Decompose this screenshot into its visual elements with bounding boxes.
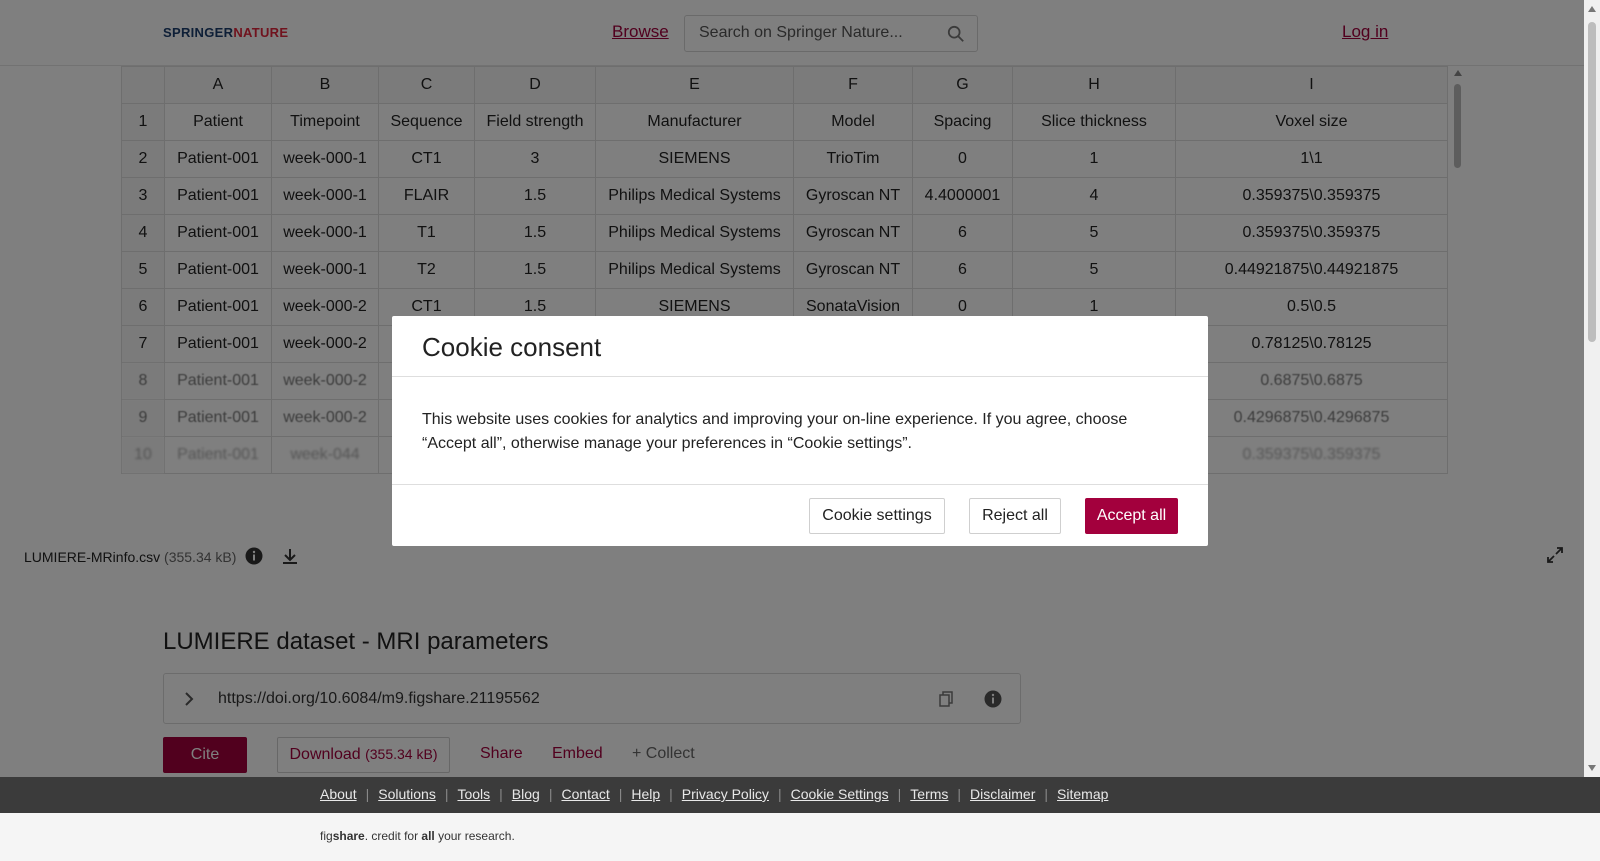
footer-link-disclaimer[interactable]: Disclaimer	[970, 786, 1035, 802]
tagline-all: all	[421, 829, 435, 843]
tagline-end: your research.	[434, 829, 515, 843]
footer-separator: |	[444, 786, 449, 802]
page-scroll-up-arrow[interactable]	[1588, 6, 1596, 12]
footer-separator: |	[499, 786, 503, 802]
footer-separator: |	[777, 786, 782, 802]
footer-link-privacy-policy[interactable]: Privacy Policy	[682, 786, 769, 802]
tagline-share: share	[332, 829, 365, 843]
footer-separator: |	[957, 786, 962, 802]
footer-links-bar: About | Solutions | Tools | Blog | Contact | Help |…	[0, 777, 1600, 813]
tagline-mid: . credit for	[364, 829, 422, 843]
footer-separator: |	[897, 786, 902, 802]
cookie-consent-dialog: Cookie consent This website uses cookies…	[392, 316, 1208, 546]
cookie-settings-button[interactable]: Cookie settings	[809, 498, 945, 534]
figshare-tagline: figshare. credit for all your research.	[320, 829, 515, 843]
footer-separator: |	[548, 786, 553, 802]
footer-separator: |	[365, 786, 370, 802]
dialog-title: Cookie consent	[422, 332, 602, 362]
divider	[392, 376, 1208, 377]
footer-link-solutions[interactable]: Solutions	[378, 786, 436, 802]
footer-links: About | Solutions | Tools | Blog | Contact | Help |…	[320, 786, 1108, 802]
divider	[392, 484, 1208, 485]
footer-link-help[interactable]: Help	[631, 786, 660, 802]
footer-link-tools[interactable]: Tools	[457, 786, 490, 802]
tagline-fig: fig	[320, 829, 333, 843]
page-scrollbar[interactable]	[1584, 0, 1600, 777]
accept-all-button[interactable]: Accept all	[1085, 498, 1178, 534]
dialog-message: This website uses cookies for analytics …	[422, 411, 1128, 452]
footer-link-sitemap[interactable]: Sitemap	[1057, 786, 1108, 802]
footer-link-about[interactable]: About	[320, 786, 357, 802]
footer-separator: |	[669, 786, 673, 802]
footer-link-contact[interactable]: Contact	[561, 786, 609, 802]
footer-link-cookie-settings[interactable]: Cookie Settings	[791, 786, 889, 802]
footer-link-terms[interactable]: Terms	[910, 786, 948, 802]
page-scroll-thumb[interactable]	[1588, 22, 1596, 342]
footer-link-blog[interactable]: Blog	[512, 786, 540, 802]
footer-bottom: figshare. credit for all your research.	[0, 813, 1600, 861]
footer-separator: |	[618, 786, 623, 802]
footer-separator: |	[1044, 786, 1049, 802]
page-scroll-down-arrow[interactable]	[1588, 765, 1596, 771]
reject-all-button[interactable]: Reject all	[969, 498, 1061, 534]
